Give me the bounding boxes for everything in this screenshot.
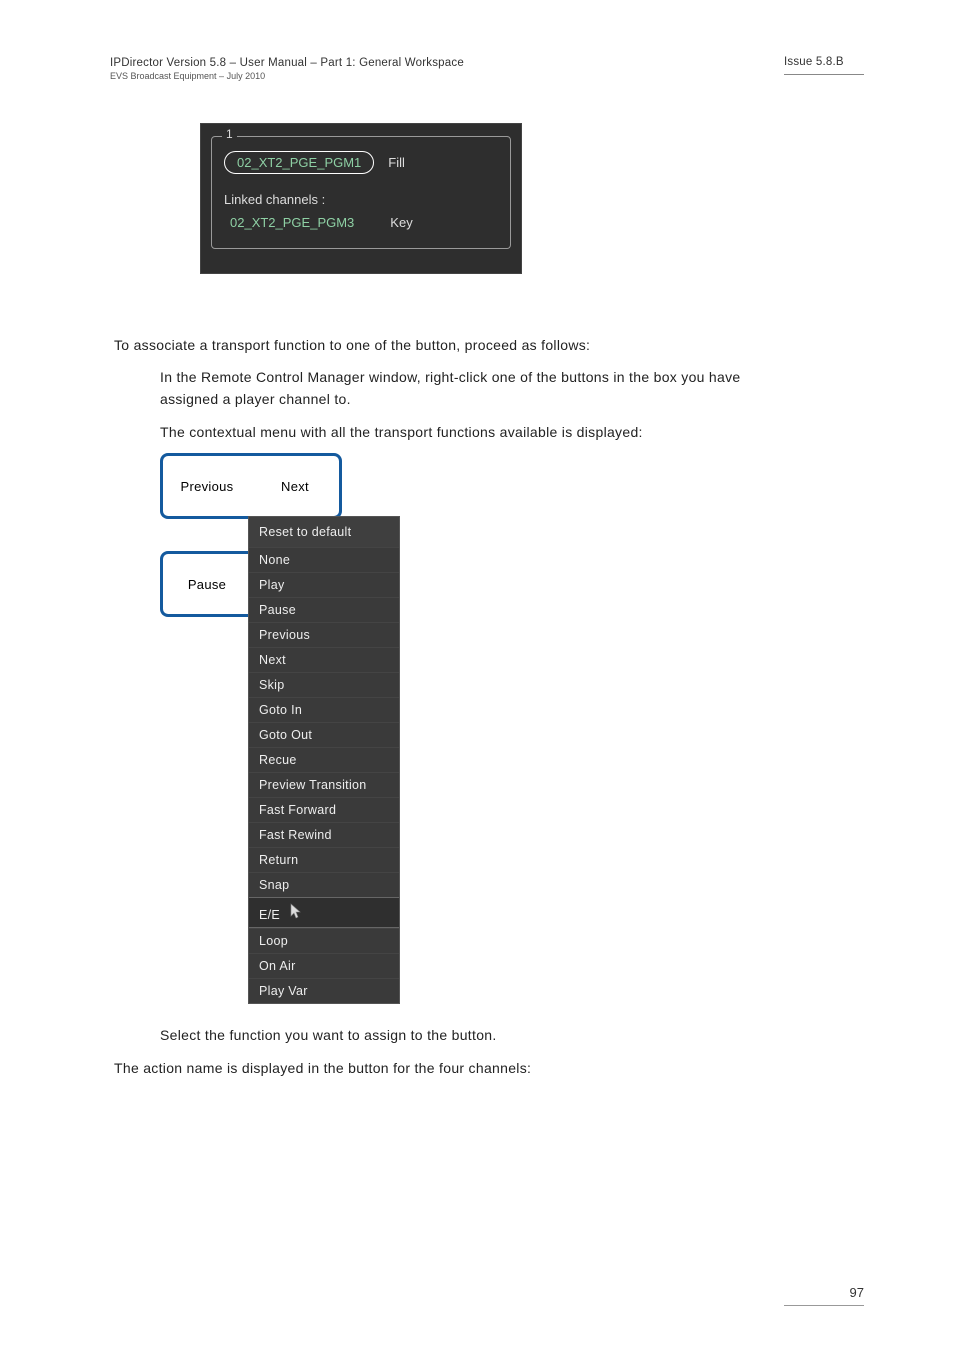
context-menu-item-label: Loop [259, 934, 288, 948]
context-menu-item[interactable]: Pause [249, 597, 399, 622]
context-menu-item-label: Previous [259, 628, 310, 642]
page-header: IPDirector Version 5.8 – User Manual – P… [110, 56, 864, 83]
header-right-wrap: Issue 5.8.B [784, 56, 864, 75]
context-menu-item[interactable]: Reset to default [249, 517, 399, 547]
cursor-icon [290, 903, 304, 922]
body-text: To associate a transport function to one… [114, 334, 864, 1079]
main-role-label: Fill [388, 155, 405, 170]
context-menu-item[interactable]: Return [249, 847, 399, 872]
linked-channels-label: Linked channels : [224, 192, 500, 207]
context-menu-item[interactable]: Fast Rewind [249, 822, 399, 847]
channel-frame-label: 1 [222, 127, 237, 141]
step1-paragraph: In the Remote Control Manager window, ri… [160, 366, 800, 411]
page-number: 97 [850, 1285, 864, 1300]
context-menu-item-label: Recue [259, 753, 297, 767]
next-button-label: Next [281, 479, 309, 494]
context-menu-item[interactable]: Fast Forward [249, 797, 399, 822]
context-menu-item[interactable]: None [249, 547, 399, 572]
main-channel-pill[interactable]: 02_XT2_PGE_PGM1 [224, 151, 374, 174]
header-rule [784, 74, 864, 75]
context-menu-item[interactable]: Loop [249, 928, 399, 953]
context-menu[interactable]: Reset to default None Play Pause Previous Nex… [248, 516, 400, 1004]
menu-top-row: Next [251, 453, 400, 519]
context-menu-item-label: Play [259, 578, 285, 592]
previous-button-label: Previous [181, 479, 234, 494]
context-menu-figure: Previous Pause Next Reset to default None… [160, 453, 864, 1004]
context-menu-item-label: Pause [259, 603, 296, 617]
context-menu-item-label: Fast Forward [259, 803, 336, 817]
context-menu-item-label: None [259, 553, 290, 567]
header-left: IPDirector Version 5.8 – User Manual – P… [110, 56, 464, 83]
context-menu-item-label: Return [259, 853, 298, 867]
context-menu-item-label: Fast Rewind [259, 828, 332, 842]
context-menu-item-label: Goto In [259, 703, 302, 717]
channel-panel: 1 02_XT2_PGE_PGM1 Fill Linked channels :… [200, 123, 522, 274]
context-menu-item[interactable]: Preview Transition [249, 772, 399, 797]
linked-channel-row: 02_XT2_PGE_PGM3 Key [224, 215, 500, 230]
context-menu-item-label: E/E [259, 908, 280, 922]
context-menu-item[interactable]: Play [249, 572, 399, 597]
context-menu-item[interactable]: E/E [249, 897, 399, 928]
linked-role-label: Key [390, 215, 412, 230]
channel-frame: 1 02_XT2_PGE_PGM1 Fill Linked channels :… [211, 136, 511, 249]
result-paragraph: The action name is displayed in the butt… [114, 1057, 864, 1079]
header-title: IPDirector Version 5.8 – User Manual – P… [110, 56, 464, 71]
header-subtitle: EVS Broadcast Equipment – July 2010 [110, 71, 464, 83]
button-column-left: Previous Pause [160, 453, 251, 1004]
previous-button[interactable]: Previous [160, 453, 251, 519]
next-button[interactable]: Next [251, 453, 342, 519]
context-menu-item-label: Preview Transition [259, 778, 367, 792]
step2-paragraph: Select the function you want to assign t… [160, 1024, 800, 1046]
pause-button-label: Pause [188, 577, 226, 592]
context-menu-item[interactable]: Goto In [249, 697, 399, 722]
context-menu-item-label: Next [259, 653, 286, 667]
channel-main-row: 02_XT2_PGE_PGM1 Fill [224, 151, 500, 174]
pause-button[interactable]: Pause [160, 551, 251, 617]
context-menu-item-label: Skip [259, 678, 285, 692]
context-menu-item[interactable]: Snap [249, 872, 399, 897]
context-menu-item-label: Play Var [259, 984, 308, 998]
context-menu-item-label: On Air [259, 959, 296, 973]
linked-channel-name: 02_XT2_PGE_PGM3 [230, 215, 354, 230]
context-menu-item-label: Snap [259, 878, 289, 892]
context-menu-item[interactable]: On Air [249, 953, 399, 978]
intro-paragraph: To associate a transport function to one… [114, 334, 864, 356]
context-menu-item[interactable]: Next [249, 647, 399, 672]
context-menu-item[interactable]: Goto Out [249, 722, 399, 747]
context-menu-item[interactable]: Skip [249, 672, 399, 697]
header-issue: Issue 5.8.B [784, 56, 864, 68]
context-menu-item[interactable]: Recue [249, 747, 399, 772]
step1b-paragraph: The contextual menu with all the transpo… [160, 421, 800, 443]
context-menu-item[interactable]: Play Var [249, 978, 399, 1003]
context-menu-item-label: Reset to default [259, 525, 351, 539]
menu-stack: Next Reset to default None Play Pause Previo… [251, 453, 400, 1004]
footer-rule [784, 1305, 864, 1306]
context-menu-item[interactable]: Previous [249, 622, 399, 647]
context-menu-item-label: Goto Out [259, 728, 312, 742]
